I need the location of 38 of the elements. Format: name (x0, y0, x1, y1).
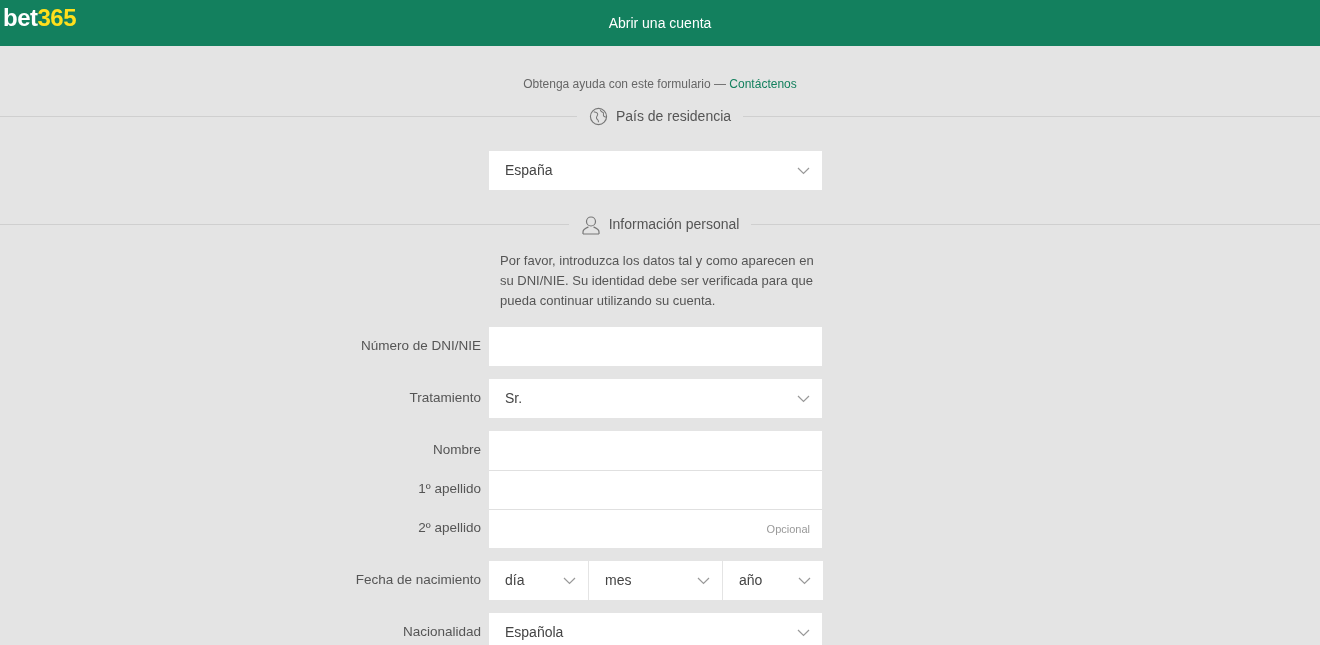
chevron-down-icon (797, 394, 810, 403)
field-label: Tratamiento (409, 389, 481, 408)
chevron-down-icon (798, 576, 811, 585)
field-label: 1º apellido (418, 480, 481, 499)
select-value: Española (505, 623, 564, 642)
select-field[interactable]: Sr. (489, 379, 822, 418)
chevron-down-icon (797, 628, 810, 637)
select-value: mes (605, 571, 632, 590)
section-heading: País de residencia (615, 107, 732, 126)
globe-icon (588, 107, 608, 126)
select-field[interactable]: mes (589, 561, 722, 600)
select-field[interactable]: año (723, 561, 823, 600)
select-value: España (505, 161, 553, 180)
select-field[interactable]: día (489, 561, 588, 600)
text-field[interactable]: Opcional (489, 509, 822, 548)
field-label: Nombre (433, 441, 481, 460)
select-value: día (505, 571, 525, 590)
page-title: Abrir una cuenta (608, 13, 712, 33)
section-heading: Información personal (608, 215, 740, 234)
select-value: Sr. (505, 389, 523, 408)
select-field[interactable]: Española (489, 613, 822, 645)
contact-link[interactable]: Contáctenos (729, 77, 797, 91)
intro-text: Por favor, introduzca los datos tal y como aparecen en su DNI/NIE. Su identidad debe ser verificada para que pueda continuar utilizando su cuenta. (500, 252, 815, 310)
select-value: año (739, 571, 763, 590)
text-field[interactable] (489, 470, 822, 509)
logo[interactable]: bet365 (3, 3, 77, 33)
help-text: Obtenga ayuda con este formulario — Contáctenos (523, 76, 797, 93)
chevron-down-icon (563, 576, 576, 585)
chevron-down-icon (697, 576, 710, 585)
field-label: 2º apellido (418, 519, 481, 538)
select-field[interactable]: España (489, 151, 822, 190)
text-field[interactable] (489, 431, 822, 470)
field-label: Nacionalidad (402, 623, 481, 642)
chevron-down-icon (797, 166, 810, 175)
person-icon (580, 214, 601, 235)
text-field[interactable] (489, 327, 822, 366)
field-label: Fecha de nacimiento (355, 571, 481, 590)
field-label: Número de DNI/NIE (360, 337, 481, 356)
